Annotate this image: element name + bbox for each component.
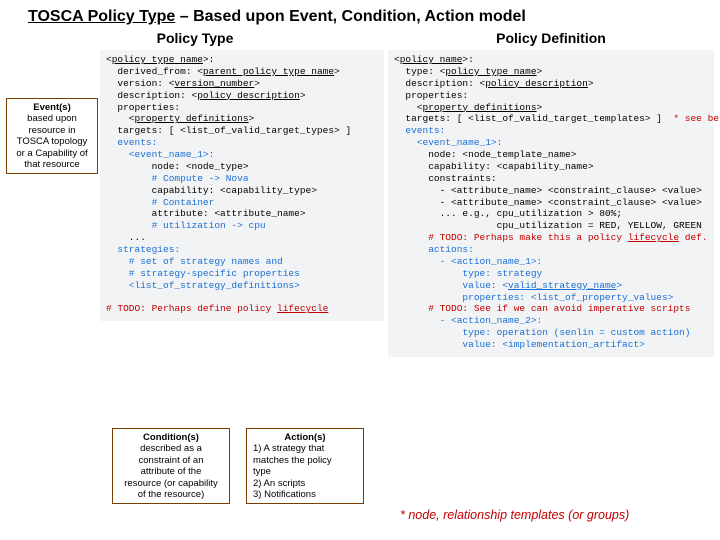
events-callout-body: based upon resource in TOSCA topology or… (11, 113, 93, 170)
policy-definition-header: Policy Definition (388, 30, 714, 46)
policy-definition-column: Policy Definition <policy name>: type: <… (388, 30, 714, 357)
events-callout-heading: Event(s) (11, 102, 93, 113)
events-callout: Event(s) based upon resource in TOSCA to… (6, 98, 98, 174)
actions-callout: Action(s) 1) A strategy that matches the… (246, 428, 364, 504)
footnote: * node, relationship templates (or group… (400, 508, 629, 522)
conditions-callout: Condition(s) described as a constraint o… (112, 428, 230, 504)
conditions-callout-body: described as a constraint of an attribut… (117, 443, 225, 500)
title-rest: – Based upon Event, Condition, Action mo… (175, 8, 526, 25)
page-title: TOSCA Policy Type – Based upon Event, Co… (0, 0, 720, 30)
columns: Policy Type <policy type name>: derived_… (0, 30, 720, 357)
policy-definition-code: <policy name>: type: <policy type name> … (388, 50, 714, 357)
policy-type-column: Policy Type <policy type name>: derived_… (6, 30, 384, 357)
title-underline: TOSCA Policy Type (28, 8, 175, 25)
actions-callout-heading: Action(s) (251, 432, 359, 443)
policy-type-code: <policy type name>: derived_from: <paren… (100, 50, 384, 321)
policy-type-header: Policy Type (6, 30, 384, 46)
conditions-callout-heading: Condition(s) (117, 432, 225, 443)
actions-callout-body: 1) A strategy that matches the policy ty… (251, 443, 359, 500)
